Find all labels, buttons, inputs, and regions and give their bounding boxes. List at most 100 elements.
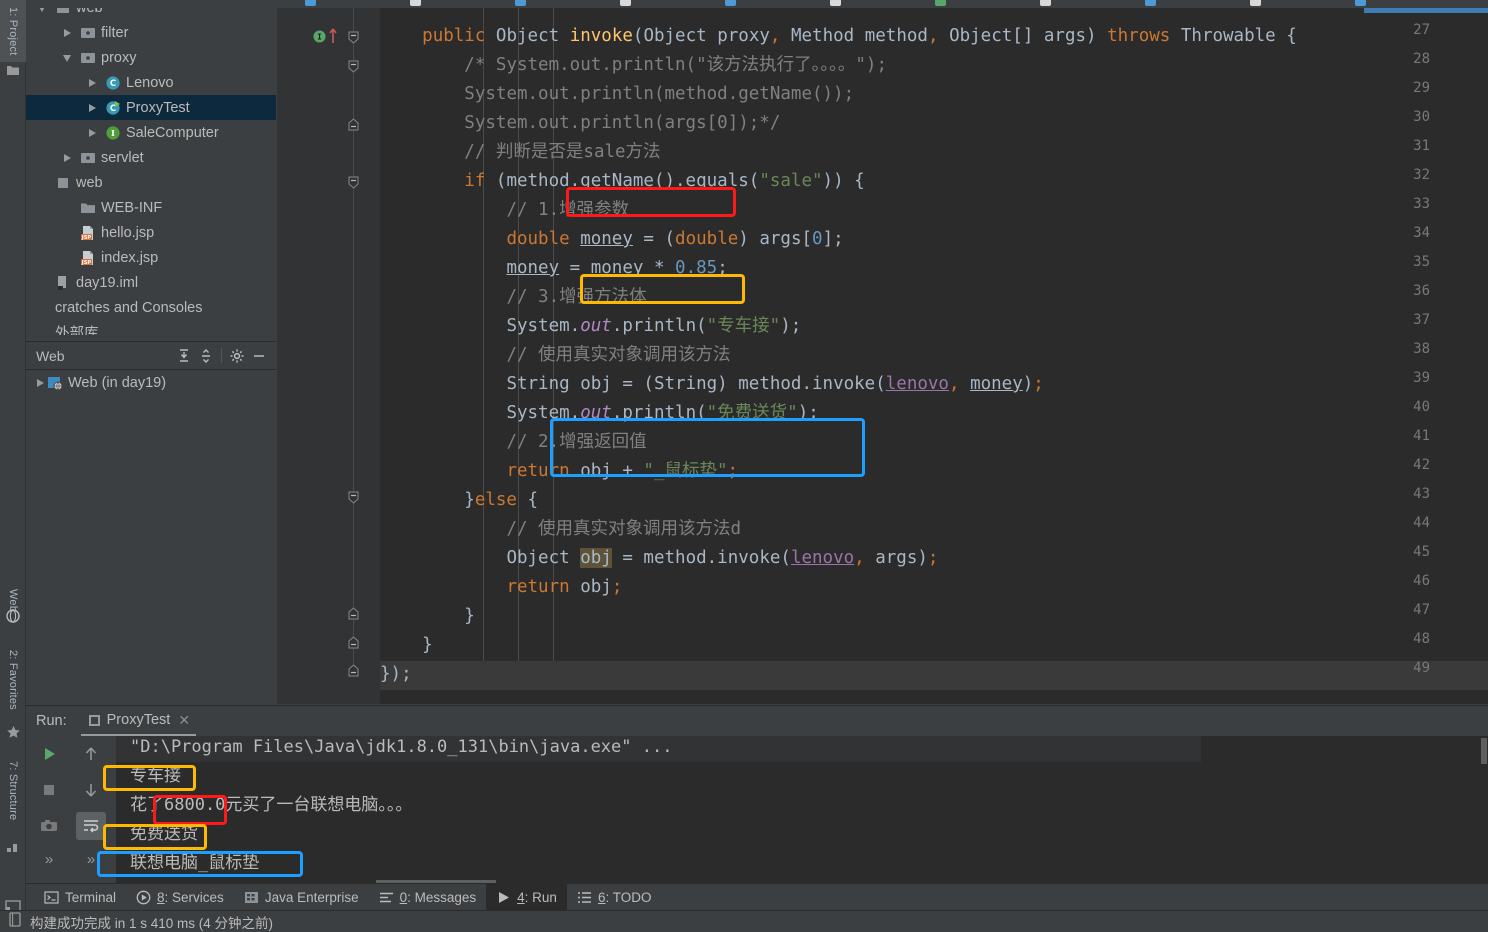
editor-horizontal-scrollbar[interactable] (1364, 8, 1488, 13)
line-number[interactable]: 41 (1413, 428, 1430, 444)
tree-item-lenovo[interactable]: C Lenovo (26, 70, 276, 95)
fold-marker-collapse[interactable] (346, 175, 361, 190)
chevron-right-icon[interactable] (86, 76, 99, 89)
code-line-47[interactable]: } (380, 602, 475, 631)
fold-marker-end[interactable] (346, 606, 361, 621)
line-number[interactable]: 48 (1413, 631, 1430, 647)
web-facet-item[interactable]: Web (in day19) (26, 370, 276, 396)
line-number[interactable]: 38 (1413, 341, 1430, 357)
code-line-27[interactable]: public Object invoke(Object proxy, Metho… (380, 22, 1297, 51)
code-line-39[interactable]: String obj = (String) method.invoke(leno… (380, 370, 1043, 399)
run-gutter-icon[interactable]: I (313, 30, 326, 48)
fold-marker-end[interactable] (346, 117, 361, 132)
fold-marker-end[interactable] (346, 663, 361, 678)
toolbar-icon-3[interactable] (620, 0, 631, 6)
line-number[interactable]: 27 (1413, 22, 1430, 38)
hide-window-icon[interactable] (248, 345, 270, 367)
line-number[interactable]: 47 (1413, 602, 1430, 618)
code-line-28[interactable]: /* System.out.println("该方法执行了。。。。"); (380, 51, 887, 80)
tree-item--[interactable]: 外部库 (26, 320, 276, 335)
camera-icon[interactable] (30, 808, 68, 844)
close-icon[interactable]: ✕ (178, 712, 190, 729)
line-number[interactable]: 31 (1413, 138, 1430, 154)
editor-gutter[interactable] (277, 8, 380, 704)
toolbar-icon-9[interactable] (1250, 0, 1261, 6)
line-number[interactable]: 37 (1413, 312, 1430, 328)
code-line-30[interactable]: System.out.println(args[0]);*/ (380, 109, 780, 138)
tool-tab-project[interactable]: 1: Project (0, 0, 26, 62)
line-number[interactable]: 46 (1413, 573, 1430, 589)
console-vertical-scrollbar[interactable] (1481, 738, 1487, 764)
line-number[interactable]: 49 (1413, 660, 1430, 676)
chevron-right-icon[interactable] (34, 377, 47, 390)
line-number[interactable]: 30 (1413, 109, 1430, 125)
override-marker-icon[interactable] (328, 27, 338, 50)
bottom-tab-terminal[interactable]: Terminal (34, 884, 126, 911)
expand-all-icon[interactable] (173, 345, 195, 367)
line-number[interactable]: 40 (1413, 399, 1430, 415)
run-configuration-tab[interactable]: ProxyTest ✕ (80, 706, 197, 736)
line-number[interactable]: 33 (1413, 196, 1430, 212)
soft-wrap-icon[interactable] (72, 808, 110, 844)
code-line-33[interactable]: // 1.增强参数 (380, 196, 629, 225)
line-number[interactable]: 28 (1413, 51, 1430, 67)
code-line-38[interactable]: // 使用真实对象调用该方法 (380, 341, 730, 370)
code-editor[interactable]: I public Object invoke(Object proxy, Met… (277, 8, 1488, 704)
fold-marker-collapse[interactable] (346, 59, 361, 74)
code-line-37[interactable]: System.out.println("专车接"); (380, 312, 801, 341)
toolbar-icon-4[interactable] (725, 0, 736, 6)
bottom-tab-run[interactable]: 4: Run (486, 883, 567, 911)
toolbar-icon-0[interactable] (305, 0, 316, 6)
line-number[interactable]: 36 (1413, 283, 1430, 299)
project-tree-panel[interactable]: web filter proxy C Lenovo C ProxyTest I SaleComp… (26, 8, 276, 335)
tree-item-day19-iml[interactable]: day19.iml (26, 270, 276, 295)
tree-item-index-jsp[interactable]: JSP index.jsp (26, 245, 276, 270)
line-number[interactable]: 32 (1413, 167, 1430, 183)
bottom-tab-java-enterprise[interactable]: Java Enterprise (234, 884, 369, 911)
line-number[interactable]: 45 (1413, 544, 1430, 560)
line-number[interactable]: 42 (1413, 457, 1430, 473)
fold-marker-collapse[interactable] (346, 490, 361, 505)
rerun-button[interactable] (30, 736, 68, 772)
tree-item-web-inf[interactable]: WEB-INF (26, 195, 276, 220)
collapse-all-icon[interactable] (195, 345, 217, 367)
more-right-icon[interactable]: » (72, 844, 110, 874)
code-line-45[interactable]: Object obj = method.invoke(lenovo, args)… (380, 544, 938, 573)
code-line-36[interactable]: // 3.增强方法体 (380, 283, 646, 312)
chevron-down-icon[interactable] (36, 8, 49, 14)
chevron-right-icon[interactable] (86, 126, 99, 139)
tree-item-web[interactable]: web (26, 8, 276, 20)
tree-item-web[interactable]: web (26, 170, 276, 195)
bottom-tab-services[interactable]: 8: Services (126, 884, 234, 911)
code-line-44[interactable]: // 使用真实对象调用该方法d (380, 515, 741, 544)
stop-button[interactable] (30, 772, 68, 808)
tree-item-proxy[interactable]: proxy (26, 45, 276, 70)
toolbar-icon-2[interactable] (515, 0, 526, 6)
main-toolbar-strip[interactable] (0, 0, 1488, 8)
chevron-right-icon[interactable] (61, 26, 74, 39)
tree-item-filter[interactable]: filter (26, 20, 276, 45)
code-line-40[interactable]: System.out.println("免费送货"); (380, 399, 818, 428)
code-line-41[interactable]: // 2.增强返回值 (380, 428, 646, 457)
toolbar-icon-10[interactable] (1355, 0, 1366, 6)
toolbar-icon-6[interactable] (935, 0, 946, 6)
fold-marker-collapse[interactable] (346, 30, 361, 45)
line-number[interactable]: 44 (1413, 515, 1430, 531)
bottom-tab-messages[interactable]: 0: Messages (369, 884, 487, 911)
line-number[interactable]: 35 (1413, 254, 1430, 270)
tree-item-proxytest[interactable]: C ProxyTest (26, 95, 276, 120)
chevron-right-icon[interactable] (86, 101, 99, 114)
code-line-42[interactable]: return obj + "_鼠标垫"; (380, 457, 738, 486)
bottom-tool-window-bar[interactable]: Terminal 8: Services Java Enterprise 0: Mes… (26, 883, 1488, 911)
code-line-34[interactable]: double money = (double) args[0]; (380, 225, 843, 254)
code-line-49[interactable]: }); (380, 660, 412, 689)
tree-item-hello-jsp[interactable]: JSP hello.jsp (26, 220, 276, 245)
tool-tab-favorites[interactable]: 2: Favorites (0, 640, 26, 720)
code-line-29[interactable]: System.out.println(method.getName()); (380, 80, 854, 109)
toolbar-icon-7[interactable] (1040, 0, 1051, 6)
code-line-48[interactable]: } (380, 631, 433, 660)
tree-item-salecomputer[interactable]: I SaleComputer (26, 120, 276, 145)
code-line-32[interactable]: if (method.getName().equals("sale")) { (380, 167, 864, 196)
gear-icon[interactable] (226, 345, 248, 367)
toolbar-icon-5[interactable] (830, 0, 841, 6)
